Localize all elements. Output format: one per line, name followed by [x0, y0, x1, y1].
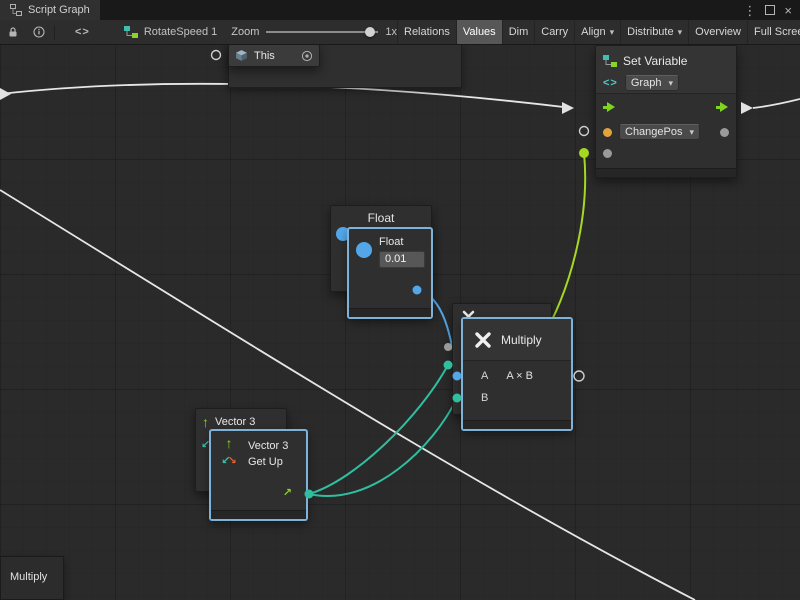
toolbar-button-group: Relations Values Dim Carry Align▾ Distri… [397, 20, 800, 44]
carry-button[interactable]: Carry [534, 20, 574, 44]
multiply-icon [473, 330, 493, 350]
port-row-a: A A × B [463, 365, 571, 387]
zoom-slider-track[interactable] [266, 31, 378, 33]
flow-out-port[interactable] [716, 101, 729, 113]
node-footer [211, 510, 306, 519]
chevron-down-icon: ▾ [668, 78, 673, 89]
chevron-down-icon: ▾ [690, 127, 695, 138]
graph-toolbar: <> RotateSpeed 1 Zoom 1x Relations Value… [0, 20, 800, 45]
chevron-down-icon: ▾ [678, 27, 683, 38]
set-variable-icon [603, 55, 617, 67]
up-arrow-icon: ↑ [202, 415, 209, 429]
value-input-port[interactable] [603, 149, 612, 158]
cube-icon [235, 49, 248, 62]
node-title: This [254, 50, 275, 62]
zoom-value: 1x [385, 26, 397, 38]
tab-bar: Script Graph ⋮ × [0, 0, 800, 20]
vector-output-icon: ↗ [283, 488, 292, 499]
node-footer [349, 308, 431, 317]
node-vector3-get-up[interactable]: ↑ ↙↘ Vector 3 Get Up ↗ [210, 430, 307, 520]
values-button[interactable]: Values [456, 20, 502, 44]
info-icon [33, 26, 45, 38]
graph-variable-icon: <> [603, 77, 618, 89]
script-graph-icon [10, 4, 22, 16]
zoom-control: Zoom 1x [231, 26, 397, 38]
output-row: ↗ [211, 481, 306, 507]
graph-canvas[interactable]: This Set Variable <> [0, 44, 800, 600]
float-icon [356, 242, 372, 258]
down-right-arrow-icon: ↘ [228, 455, 237, 467]
lock-button[interactable] [0, 20, 26, 44]
node-title: Float [331, 206, 431, 225]
node-float[interactable]: Float 0.01 [348, 228, 432, 318]
node-header: Float 0.01 [349, 229, 431, 275]
variable-name-dropdown[interactable]: ChangePos ▾ [619, 124, 700, 140]
align-button[interactable]: Align▾ [574, 20, 620, 44]
dropdown-value: Graph [631, 77, 662, 89]
node-footer [596, 168, 736, 177]
dim-button[interactable]: Dim [502, 20, 535, 44]
lock-icon [7, 26, 19, 38]
variable-name-port[interactable] [603, 128, 612, 137]
vector3-icon: ↑ ↙↘ [218, 436, 240, 481]
kebab-menu-icon[interactable]: ⋮ [743, 4, 756, 17]
node-header: Set Variable <> Graph ▾ [596, 46, 736, 94]
wire-getup-to-multiply-back[interactable] [309, 365, 448, 494]
node-this[interactable]: This [228, 44, 320, 67]
breadcrumb[interactable]: RotateSpeed 1 [124, 26, 217, 38]
breadcrumb-label: RotateSpeed 1 [144, 26, 217, 38]
value-output-port[interactable] [720, 128, 729, 137]
tab-script-graph[interactable]: Script Graph [0, 0, 100, 20]
node-title: Set Variable [623, 54, 687, 68]
up-arrow-icon: ↑ [226, 436, 233, 450]
node-title: Multiply [501, 333, 542, 347]
distribute-button[interactable]: Distribute▾ [620, 20, 688, 44]
node-header: ↑ Vector 3 [196, 409, 286, 429]
node-multiply-corner[interactable]: Multiply [0, 556, 64, 600]
overview-button[interactable]: Overview [688, 20, 747, 44]
zoom-slider-knob[interactable] [365, 27, 375, 37]
node-title: Vector 3 [215, 416, 255, 428]
variable-kind-dropdown[interactable]: Graph ▾ [625, 75, 679, 91]
node-subtitle: Get Up [248, 456, 288, 468]
wire-flow-out[interactable] [753, 99, 800, 108]
port-label-b: B [481, 392, 488, 404]
toolbar-separator [54, 25, 55, 40]
down-left-arrow-icon: ↙ [201, 440, 210, 451]
flow-in-port[interactable] [603, 101, 616, 113]
node-title: Multiply [1, 557, 63, 583]
dropdown-value: ChangePos [625, 126, 683, 138]
value-input-row [596, 144, 736, 162]
graph-asset-icon [124, 26, 138, 38]
node-header: Multiply [463, 319, 571, 361]
node-multiply[interactable]: Multiply A A × B B [462, 318, 572, 430]
window-controls: ⋮ × [743, 0, 800, 20]
node-header: ↑ ↙↘ Vector 3 Get Up [211, 431, 306, 481]
info-button[interactable] [26, 20, 52, 44]
maximize-icon[interactable] [765, 5, 775, 15]
output-row [349, 275, 431, 303]
node-footer [463, 420, 571, 429]
node-title: Float [379, 236, 425, 248]
port-label-a: A [481, 370, 488, 382]
port-row-b: B [463, 387, 571, 409]
target-icon[interactable] [301, 50, 313, 62]
script-graph-window: Script Graph ⋮ × <> [0, 0, 800, 600]
float-value-input[interactable]: 0.01 [379, 251, 425, 268]
edit-graph-button[interactable]: <> [57, 20, 108, 44]
variable-row: ChangePos ▾ [596, 120, 736, 144]
tab-label: Script Graph [28, 4, 90, 16]
chevron-down-icon: ▾ [610, 27, 615, 38]
flow-port-row [596, 94, 736, 120]
node-set-variable[interactable]: Set Variable <> Graph ▾ ChangePos [595, 45, 737, 178]
port-label-result: A × B [506, 370, 533, 382]
relations-button[interactable]: Relations [397, 20, 456, 44]
fullscreen-button[interactable]: Full Screen [747, 20, 800, 44]
node-title: Vector 3 [248, 440, 288, 452]
zoom-label: Zoom [231, 26, 259, 38]
zoom-slider[interactable] [266, 26, 378, 38]
close-icon[interactable]: × [784, 4, 792, 17]
